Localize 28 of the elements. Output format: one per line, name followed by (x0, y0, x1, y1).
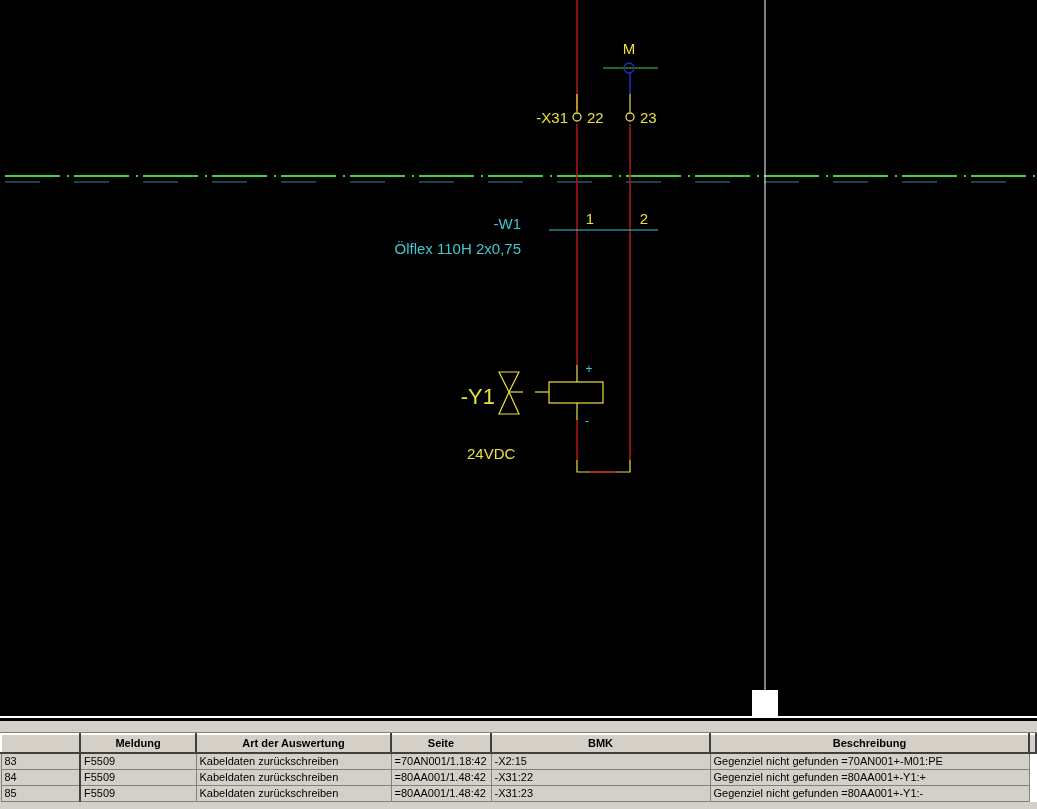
terminal-icon (572, 112, 582, 122)
column-header[interactable]: Meldung (80, 734, 196, 753)
terminal-icon (625, 112, 635, 122)
cable-type-label: Ölflex 110H 2x0,75 (394, 240, 521, 257)
column-header[interactable]: Beschreibung (710, 734, 1029, 753)
solenoid-coil-symbol (534, 364, 604, 421)
column-header[interactable]: BMK (491, 734, 710, 753)
wire (576, 419, 578, 461)
wire-connection (576, 459, 631, 473)
device-label: -Y1 (460, 384, 495, 409)
cursor-pickbox (752, 690, 778, 716)
wire-number: 2 (639, 210, 649, 227)
ground-connection-symbol (602, 62, 659, 113)
terminal-number: 23 (640, 109, 657, 126)
pin-label: - (585, 414, 589, 428)
valve-symbol (498, 371, 524, 415)
wire-number: 1 (585, 210, 595, 227)
cable-label: -W1 (493, 215, 521, 232)
terminal-strip-label: -X31 (536, 109, 568, 126)
column-header[interactable] (1, 734, 80, 753)
motor-label: M (622, 40, 636, 57)
splitter-bar[interactable] (0, 716, 1037, 733)
column-header[interactable]: Seite (391, 734, 491, 753)
pin-label: + (585, 362, 593, 376)
column-header[interactable] (1029, 734, 1036, 753)
voltage-label: 24VDC (467, 445, 516, 462)
column-header[interactable]: Art der Auswertung (196, 734, 391, 753)
terminal-number: 22 (587, 109, 604, 126)
